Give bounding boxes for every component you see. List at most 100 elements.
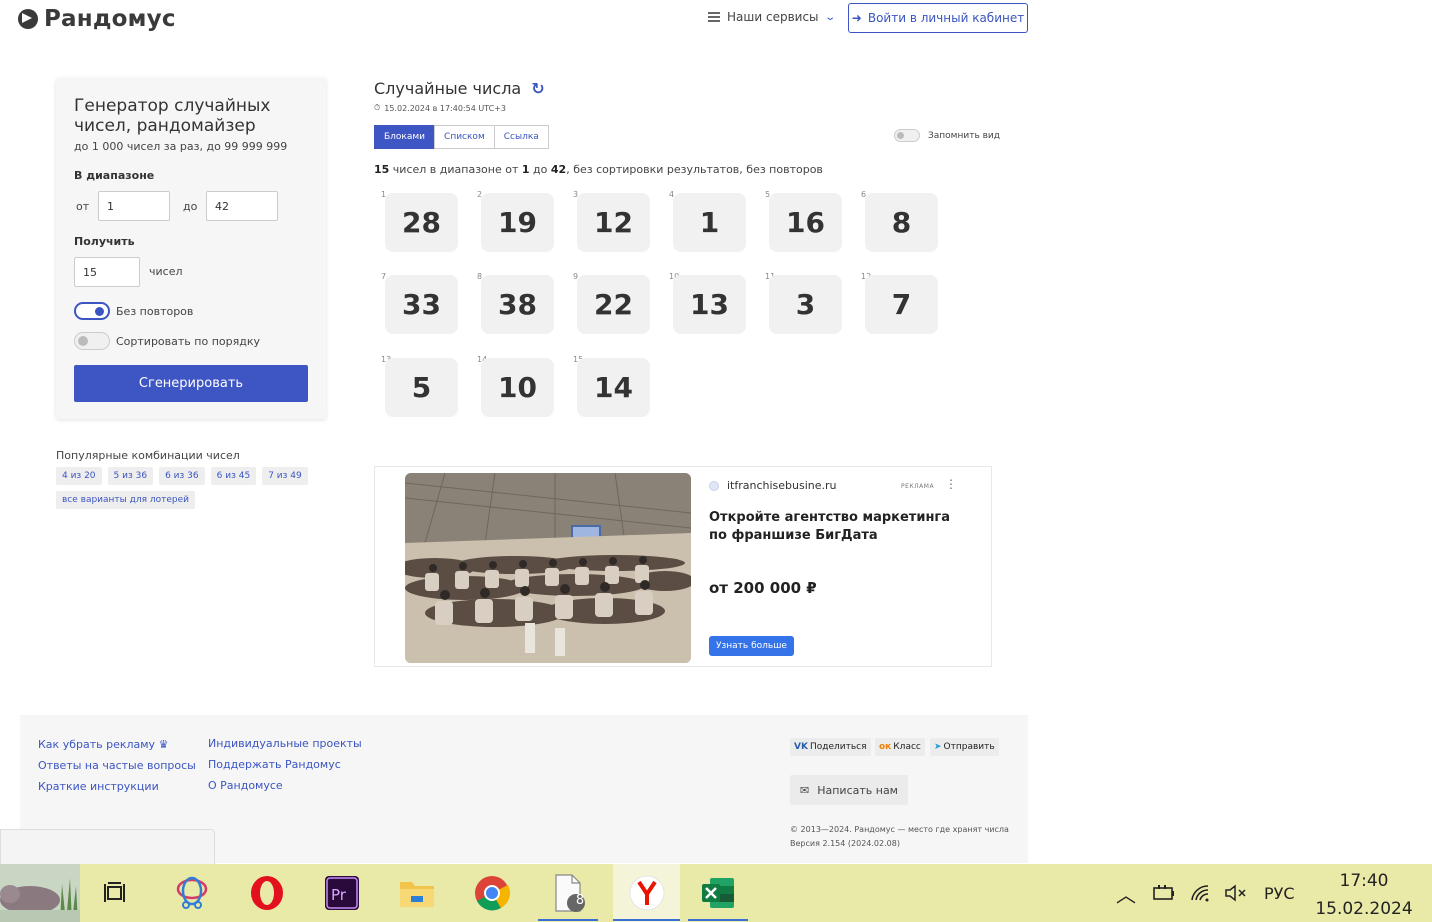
hippo-image-icon — [0, 864, 80, 922]
tray-wifi[interactable] — [1190, 864, 1212, 922]
number-value: 19 — [481, 193, 554, 252]
taskbar-opera[interactable] — [237, 864, 297, 922]
tray-language[interactable]: РУС — [1264, 864, 1295, 922]
side-panel-tab[interactable] — [0, 829, 215, 865]
tray-clock[interactable]: 17:40 15.02.2024 — [1304, 864, 1424, 922]
page: Рандомус Наши сервисы ⌄ ➜ Войти в личный… — [0, 0, 1432, 922]
from-input[interactable]: 1 — [98, 191, 170, 221]
ad-domain-row[interactable]: itfranchisebusine.ru — [709, 479, 837, 492]
number-block: 41 — [668, 190, 746, 256]
login-button[interactable]: ➜ Войти в личный кабинет — [848, 3, 1028, 33]
results-title: Случайные числа — [374, 79, 522, 98]
footer-link-remove-ads[interactable]: Как убрать рекламу ♛ — [38, 738, 168, 751]
taskbar-chrome[interactable] — [462, 864, 522, 922]
view-tabs: Блоками Списком Ссылка — [374, 125, 549, 149]
number-value: 14 — [577, 358, 650, 417]
vk-icon: VK — [794, 742, 808, 752]
footer-link-instructions[interactable]: Краткие инструкции — [38, 780, 159, 793]
count-input[interactable]: 15 — [74, 257, 140, 287]
number-value: 5 — [385, 358, 458, 417]
copyright: © 2013—2024. Рандомус — место где хранят… — [790, 823, 1009, 851]
telegram-icon: ➤ — [934, 742, 942, 752]
chrome-icon — [475, 876, 510, 911]
logo[interactable]: Рандомус — [18, 6, 176, 32]
footer-link-faq[interactable]: Ответы на частые вопросы — [38, 759, 196, 772]
svg-text:Pr: Pr — [331, 886, 347, 904]
premiere-pro-icon: Pr — [325, 876, 359, 910]
clock-date: 15.02.2024 — [1315, 899, 1413, 919]
tray-overflow[interactable]: ︿ — [1116, 864, 1136, 922]
share-vk-button[interactable]: VK Поделиться — [790, 738, 871, 756]
taskbar-badge: 8 — [575, 893, 585, 908]
folder-icon — [400, 882, 434, 907]
refresh-icon[interactable]: ↻ — [531, 79, 544, 98]
tray-volume[interactable] — [1224, 864, 1248, 922]
ad-label: РЕКЛАМА — [901, 483, 935, 490]
remember-view[interactable]: Запомнить вид — [894, 129, 1000, 142]
chip-4-of-20[interactable]: 4 из 20 — [56, 467, 102, 485]
remember-view-toggle[interactable] — [894, 129, 920, 142]
number-value: 1 — [673, 193, 746, 252]
tab-link[interactable]: Ссылка — [493, 125, 549, 149]
chevron-up-icon: ︿ — [1116, 882, 1136, 907]
taskbar-excel[interactable] — [688, 864, 748, 922]
number-value: 10 — [481, 358, 554, 417]
number-value: 28 — [385, 193, 458, 252]
chevron-down-icon: ⌄ — [823, 11, 836, 23]
footer-link-about[interactable]: О Рандомусе — [208, 779, 283, 792]
taskbar: Pr 8 ︿ РУС — [0, 864, 1432, 922]
ad-cta-button[interactable]: Узнать больше — [709, 636, 794, 656]
number-block: 14 10 — [476, 355, 554, 421]
chip-6-of-45[interactable]: 6 из 45 — [210, 467, 257, 485]
number-value: 33 — [385, 275, 458, 334]
summary-text-1: чисел в диапазоне от — [389, 163, 522, 176]
number-block: 13 5 — [380, 355, 458, 421]
no-repeats-toggle[interactable] — [74, 302, 110, 320]
footer-link-support[interactable]: Поддержать Рандомус — [208, 758, 341, 771]
to-input[interactable]: 42 — [206, 191, 278, 221]
range-label: В диапазоне — [74, 169, 155, 182]
services-menu[interactable]: Наши сервисы ⌄ — [708, 10, 836, 24]
more-vertical-icon[interactable]: ⋮ — [945, 477, 957, 491]
number-block: 9 22 — [572, 272, 650, 338]
chip-5-of-36[interactable]: 5 из 36 — [107, 467, 154, 485]
summary-text-2: до — [529, 163, 551, 176]
number-block: 11 3 — [764, 272, 842, 338]
generator-title: Генератор случайных чисел, рандомайзер — [74, 96, 271, 136]
results-summary: 15 чисел в диапазоне от 1 до 42, без сор… — [374, 163, 823, 176]
taskbar-snipping-tool[interactable] — [162, 864, 222, 922]
tab-list[interactable]: Списком — [434, 125, 495, 149]
taskbar-premiere[interactable]: Pr — [312, 864, 372, 922]
chip-7-of-49[interactable]: 7 из 49 — [262, 467, 308, 485]
tray-battery[interactable] — [1152, 864, 1176, 922]
taskbar-yandex-browser[interactable] — [613, 864, 680, 922]
stopwatch-icon: ⏱ — [374, 103, 381, 112]
envelope-icon: ✉ — [800, 783, 810, 797]
share-telegram-button[interactable]: ➤ Отправить — [930, 738, 999, 756]
generate-button[interactable]: Сгенерировать — [74, 365, 308, 402]
chip-6-of-36[interactable]: 6 из 36 — [159, 467, 205, 485]
results-date-row: ⏱ 15.02.2024 в 17:40:54 UTC+3 — [374, 103, 506, 113]
write-us-label: Написать нам — [817, 783, 898, 797]
write-us-button[interactable]: ✉ Написать нам — [790, 775, 908, 805]
taskbar-file-explorer[interactable] — [387, 864, 447, 922]
share-ok-button[interactable]: ок Класс — [875, 738, 925, 756]
domain-favicon-icon — [709, 480, 719, 491]
taskbar-task-view[interactable] — [86, 864, 146, 922]
task-view-icon — [104, 882, 125, 902]
footer-link-projects[interactable]: Индивидуальные проекты — [208, 737, 362, 750]
number-block: 7 33 — [380, 272, 458, 338]
summary-count: 15 — [374, 163, 390, 176]
share-telegram-label: Отправить — [943, 742, 995, 752]
ad-image[interactable] — [405, 473, 691, 663]
number-block: 12 7 — [860, 272, 938, 338]
tab-blocks[interactable]: Блоками — [374, 125, 436, 149]
chip-all-lotteries[interactable]: все варианты для лотерей — [56, 491, 196, 509]
ad-headline[interactable]: Откройте агентство маркетинга по франшиз… — [709, 509, 959, 545]
sort-toggle[interactable] — [74, 332, 110, 350]
results-title-row: Случайные числа ↻ — [374, 79, 545, 98]
taskbar-notepad[interactable]: 8 — [538, 864, 598, 922]
ad-block[interactable]: itfranchisebusine.ru РЕКЛАМА ⋮ Откройте … — [374, 466, 992, 667]
login-label: Войти в личный кабинет — [867, 11, 1025, 25]
odnoklassniki-icon: ок — [879, 742, 892, 752]
